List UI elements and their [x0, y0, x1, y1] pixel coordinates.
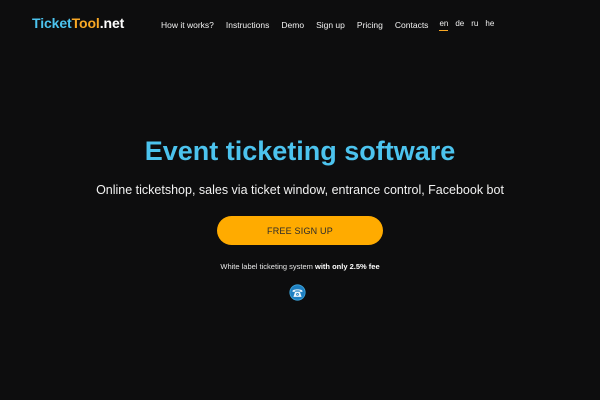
site-logo[interactable]: TicketTool.net	[32, 15, 124, 31]
fee-note-highlight: with only 2.5% fee	[315, 262, 380, 271]
phone-icon[interactable]	[289, 284, 306, 301]
lang-he[interactable]: he	[485, 19, 494, 31]
logo-part-ticket: Ticket	[32, 15, 72, 31]
lang-ru[interactable]: ru	[471, 19, 478, 31]
hero-subtitle: Online ticketshop, sales via ticket wind…	[96, 183, 504, 197]
lang-en[interactable]: en	[439, 19, 449, 31]
nav-link-contacts[interactable]: Contacts	[395, 20, 429, 30]
language-switcher: en de ru he	[439, 19, 501, 31]
main-nav: How it works? Instructions Demo Sign up …	[161, 18, 501, 32]
nav-link-sign-up[interactable]: Sign up	[316, 20, 345, 30]
fee-note-text: White label ticketing system	[220, 262, 313, 271]
hero-title: Event ticketing software	[144, 136, 456, 166]
lang-de[interactable]: de	[455, 19, 464, 31]
top-navigation-bar: TicketTool.net How it works? Instruction…	[0, 0, 600, 48]
nav-link-how-it-works[interactable]: How it works?	[161, 20, 214, 30]
logo-part-domain: .net	[99, 15, 125, 31]
nav-link-instructions[interactable]: Instructions	[226, 20, 269, 30]
nav-menu: How it works? Instructions Demo Sign up …	[161, 20, 440, 30]
nav-link-demo[interactable]: Demo	[281, 20, 304, 30]
nav-link-pricing[interactable]: Pricing	[357, 20, 383, 30]
logo-part-tool: Tool	[71, 15, 100, 31]
fee-note: White label ticketing system with only 2…	[0, 262, 600, 271]
free-sign-up-button[interactable]: FREE SIGN UP	[217, 216, 383, 245]
